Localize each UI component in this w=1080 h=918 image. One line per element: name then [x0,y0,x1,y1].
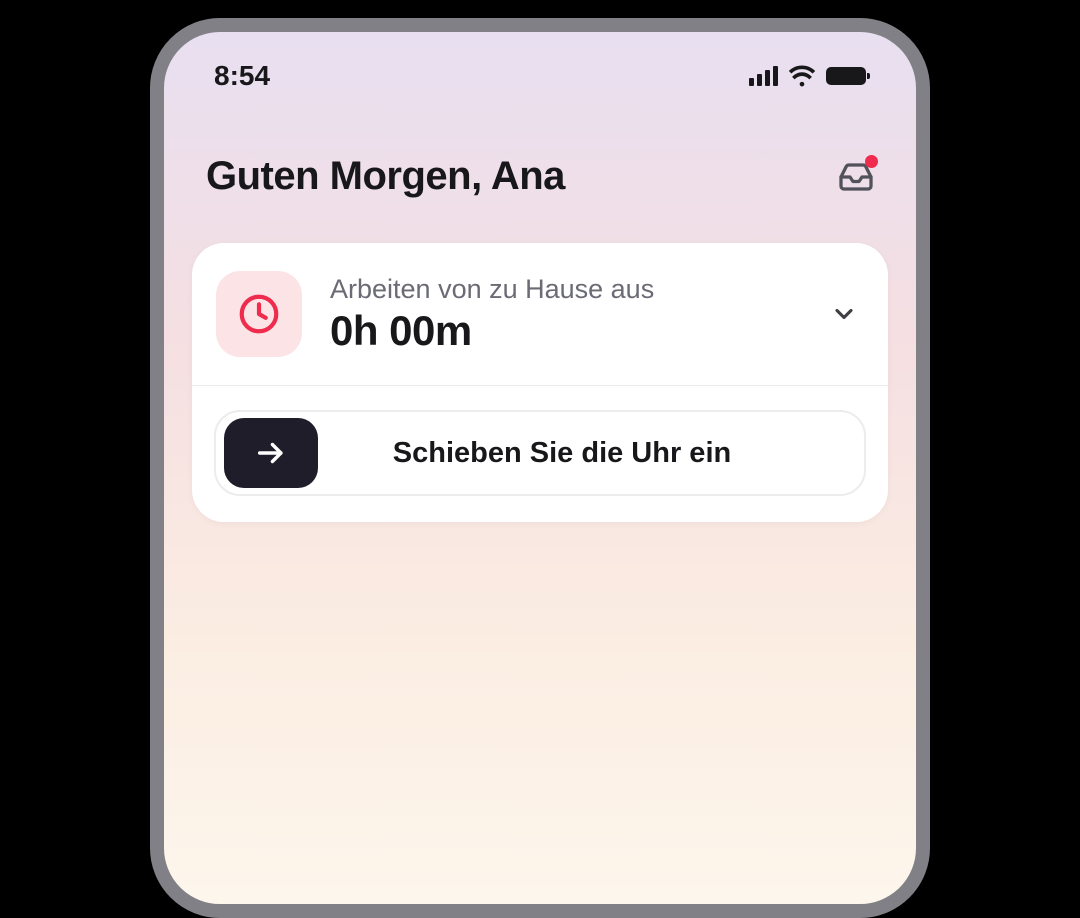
expand-chevron[interactable] [830,300,858,328]
phone-frame: 8:54 Guten Morgen, Ana [150,18,930,918]
arrow-right-icon [254,436,288,470]
clock-icon [236,291,282,337]
notification-dot-icon [865,155,878,168]
work-status-row[interactable]: Arbeiten von zu Hause aus 0h 00m [192,243,888,385]
inbox-button[interactable] [838,159,874,195]
cellular-signal-icon [749,66,778,86]
greeting-text: Guten Morgen, Ana [206,154,565,199]
clock-in-label: Schieben Sie die Uhr ein [318,437,856,470]
slide-handle[interactable] [224,418,318,488]
work-status-label: Arbeiten von zu Hause aus [330,274,830,305]
status-bar-time: 8:54 [214,60,270,92]
status-bar: 8:54 [164,32,916,102]
chevron-down-icon [830,300,858,328]
wifi-icon [788,65,816,87]
time-tracking-card: Arbeiten von zu Hause aus 0h 00m Schiebe… [192,243,888,522]
battery-icon [826,67,866,85]
clock-in-slider[interactable]: Schieben Sie die Uhr ein [214,410,866,496]
status-bar-icons [749,65,866,87]
work-status-text: Arbeiten von zu Hause aus 0h 00m [330,274,830,355]
clock-in-section: Schieben Sie die Uhr ein [192,386,888,522]
clock-icon-wrap [216,271,302,357]
elapsed-time: 0h 00m [330,307,830,355]
greeting-row: Guten Morgen, Ana [164,102,916,199]
